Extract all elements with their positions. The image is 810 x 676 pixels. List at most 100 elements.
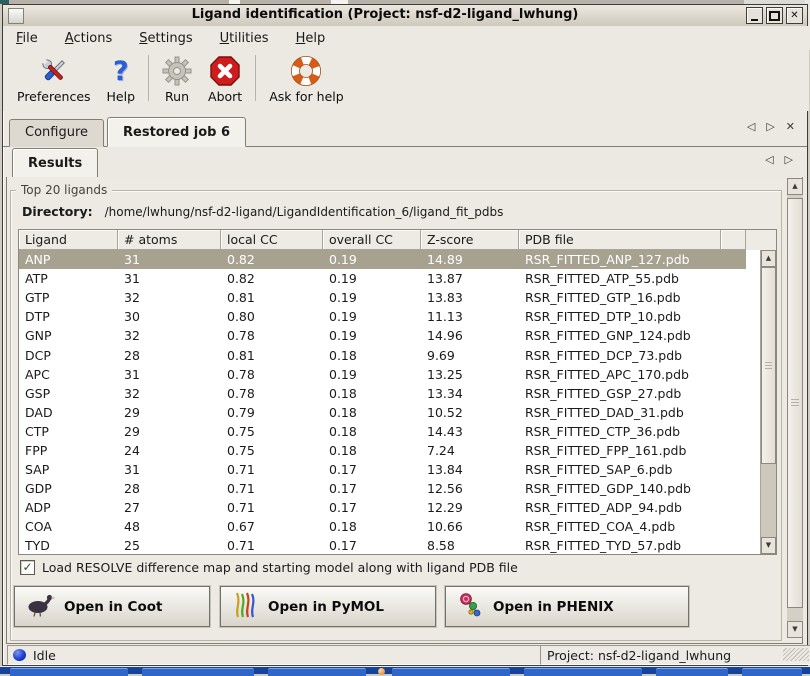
panel-scrollbar-thumb[interactable] bbox=[787, 198, 803, 608]
table-cell: RSR_FITTED_DCP_73.pdb bbox=[519, 348, 721, 363]
tab-scroll-right-icon[interactable]: ▷ bbox=[785, 154, 793, 165]
table-cell: 0.67 bbox=[221, 519, 323, 534]
table-cell: 32 bbox=[118, 290, 221, 305]
table-cell: ATP bbox=[19, 271, 118, 286]
scroll-down-icon[interactable]: ▼ bbox=[787, 621, 803, 638]
table-cell: 0.19 bbox=[323, 252, 421, 267]
question-mark-icon: ? bbox=[113, 53, 129, 89]
table-row[interactable]: GDP280.710.1712.56RSR_FITTED_GDP_140.pdb bbox=[19, 479, 746, 498]
table-row[interactable]: DCP280.810.189.69RSR_FITTED_DCP_73.pdb bbox=[19, 345, 746, 364]
checkbox-label: Load RESOLVE difference map and starting… bbox=[42, 560, 518, 575]
window-menu-icon[interactable] bbox=[8, 8, 24, 24]
checkbox[interactable]: ✓ bbox=[20, 560, 35, 575]
abort-button[interactable]: Abort bbox=[200, 53, 250, 104]
table-cell: GNP bbox=[19, 328, 118, 343]
minimize-icon bbox=[751, 19, 758, 21]
desktop-taskbar-sliver bbox=[0, 666, 810, 674]
tab-configure[interactable]: Configure bbox=[9, 119, 104, 147]
directory-row: Directory:/home/lwhung/nsf-d2-ligand/Lig… bbox=[22, 204, 503, 219]
table-cell: 0.18 bbox=[323, 424, 421, 439]
table-cell: 32 bbox=[118, 386, 221, 401]
table-cell: RSR_FITTED_FPP_161.pdb bbox=[519, 443, 721, 458]
table-row[interactable]: SAP310.710.1713.84RSR_FITTED_SAP_6.pdb bbox=[19, 460, 746, 479]
table-cell: 24 bbox=[118, 443, 221, 458]
menu-actions[interactable]: Actions bbox=[65, 31, 113, 46]
minimize-button[interactable] bbox=[746, 7, 763, 24]
preferences-button[interactable]: Preferences bbox=[9, 53, 99, 104]
table-cell: 0.17 bbox=[323, 481, 421, 496]
table-row[interactable]: DAD290.790.1810.52RSR_FITTED_DAD_31.pdb bbox=[19, 403, 746, 422]
menu-help[interactable]: Help bbox=[296, 31, 326, 46]
close-button[interactable]: ✕ bbox=[786, 7, 803, 24]
open-in-phenix-button[interactable]: Open in PHENIX bbox=[445, 586, 689, 627]
table-cell: 31 bbox=[118, 462, 221, 477]
menu-bar: File Actions Settings Utilities Help bbox=[3, 26, 810, 50]
help-button[interactable]: ? Help bbox=[99, 53, 144, 104]
table-header-row: Ligand# atomslocal CCoverall CCZ-scorePD… bbox=[19, 230, 776, 250]
table-header-local-cc[interactable]: local CC bbox=[221, 230, 323, 250]
table-cell: APC bbox=[19, 367, 118, 382]
table-cell: 10.52 bbox=[421, 405, 519, 420]
toolbar-separator bbox=[148, 55, 149, 101]
scroll-up-icon[interactable]: ▲ bbox=[761, 250, 776, 267]
panel-scrollbar[interactable]: ▲ ▼ bbox=[787, 178, 803, 638]
table-header-ligand[interactable]: Ligand bbox=[19, 230, 118, 250]
taskbar-button-fragment bbox=[524, 668, 642, 676]
table-cell: RSR_FITTED_ATP_55.pdb bbox=[519, 271, 721, 286]
scroll-down-icon[interactable]: ▼ bbox=[761, 537, 776, 554]
table-row[interactable]: GTP320.810.1913.83RSR_FITTED_GTP_16.pdb bbox=[19, 288, 746, 307]
table-scrollbar[interactable]: ▲ ▼ bbox=[760, 250, 776, 554]
scroll-up-icon[interactable]: ▲ bbox=[787, 178, 803, 195]
window-titlebar[interactable]: Ligand identification (Project: nsf-d2-l… bbox=[3, 5, 807, 27]
table-cell: 30 bbox=[118, 309, 221, 324]
table-cell: 0.19 bbox=[323, 367, 421, 382]
table-header-pdb-file[interactable]: PDB file bbox=[519, 230, 721, 250]
table-row[interactable]: ADP270.710.1712.29RSR_FITTED_ADP_94.pdb bbox=[19, 498, 746, 517]
menu-file[interactable]: File bbox=[16, 31, 38, 46]
tab-scroll-left-icon[interactable]: ◁ bbox=[765, 154, 773, 165]
menu-settings[interactable]: Settings bbox=[139, 31, 192, 46]
table-header-overall-cc[interactable]: overall CC bbox=[323, 230, 421, 250]
maximize-button[interactable] bbox=[766, 7, 783, 24]
table-row[interactable]: GNP320.780.1914.96RSR_FITTED_GNP_124.pdb bbox=[19, 326, 746, 345]
table-row[interactable]: ATP310.820.1913.87RSR_FITTED_ATP_55.pdb bbox=[19, 269, 746, 288]
resize-grip[interactable] bbox=[783, 648, 809, 661]
table-cell: RSR_FITTED_ADP_94.pdb bbox=[519, 500, 721, 515]
phenix-molecule-icon bbox=[458, 592, 484, 622]
table-row[interactable]: DTP300.800.1911.13RSR_FITTED_DTP_10.pdb bbox=[19, 307, 746, 326]
table-row[interactable]: ANP310.820.1914.89RSR_FITTED_ANP_127.pdb bbox=[19, 250, 746, 269]
tab-results[interactable]: Results bbox=[12, 148, 98, 178]
table-row[interactable]: TYD250.710.178.58RSR_FITTED_TYD_57.pdb bbox=[19, 536, 746, 554]
tab-scroll-right-icon[interactable]: ▷ bbox=[766, 121, 774, 132]
table-cell: 0.18 bbox=[323, 405, 421, 420]
taskbar-button-fragment bbox=[10, 668, 128, 676]
table-cell: RSR_FITTED_CTP_36.pdb bbox=[519, 424, 721, 439]
table-row[interactable]: GSP320.780.1813.34RSR_FITTED_GSP_27.pdb bbox=[19, 384, 746, 403]
ask-for-help-button[interactable]: Ask for help bbox=[261, 53, 351, 104]
table-row[interactable]: APC310.780.1913.25RSR_FITTED_APC_170.pdb bbox=[19, 365, 746, 384]
table-row[interactable]: CTP290.750.1814.43RSR_FITTED_CTP_36.pdb bbox=[19, 422, 746, 441]
table-cell: 31 bbox=[118, 252, 221, 267]
table-cell: 0.79 bbox=[221, 405, 323, 420]
table-header--atoms[interactable]: # atoms bbox=[118, 230, 221, 250]
menu-utilities[interactable]: Utilities bbox=[220, 31, 269, 46]
table-cell: 48 bbox=[118, 519, 221, 534]
table-cell: 0.17 bbox=[323, 538, 421, 553]
tab-close-icon[interactable]: ✕ bbox=[786, 120, 795, 133]
table-cell: 14.96 bbox=[421, 328, 519, 343]
groupbox-title: Top 20 ligands bbox=[16, 183, 112, 197]
table-cell: GTP bbox=[19, 290, 118, 305]
table-cell: DCP bbox=[19, 348, 118, 363]
open-in-pymol-button[interactable]: Open in PyMOL bbox=[220, 586, 436, 627]
table-cell: RSR_FITTED_SAP_6.pdb bbox=[519, 462, 721, 477]
tab-restored-job-6[interactable]: Restored job 6 bbox=[107, 117, 246, 147]
table-cell: TYD bbox=[19, 538, 118, 553]
open-in-coot-button[interactable]: Open in Coot bbox=[14, 586, 210, 627]
table-header-z-score[interactable]: Z-score bbox=[421, 230, 519, 250]
table-row[interactable]: COA480.670.1810.66RSR_FITTED_COA_4.pdb bbox=[19, 517, 746, 536]
run-button[interactable]: Run bbox=[154, 53, 200, 104]
tab-scroll-left-icon[interactable]: ◁ bbox=[747, 121, 755, 132]
table-scrollbar-thumb[interactable] bbox=[761, 267, 776, 464]
table-row[interactable]: FPP240.750.187.24RSR_FITTED_FPP_161.pdb bbox=[19, 441, 746, 460]
table-cell: 0.80 bbox=[221, 309, 323, 324]
